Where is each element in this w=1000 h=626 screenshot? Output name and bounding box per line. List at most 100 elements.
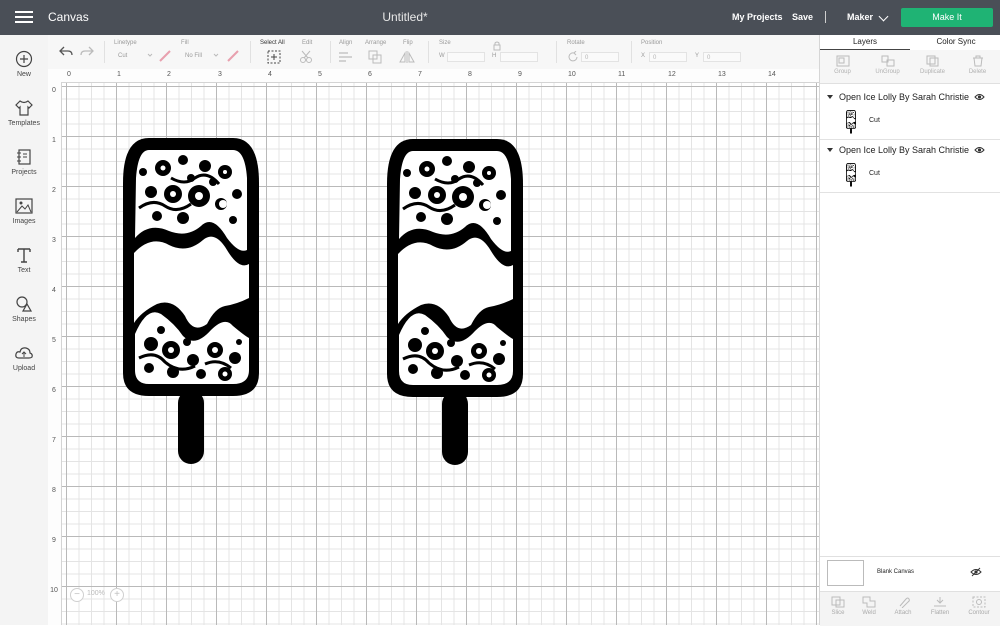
- height-label: H: [492, 53, 497, 59]
- redo-icon[interactable]: [80, 45, 94, 57]
- edit-label: Edit: [302, 40, 313, 46]
- ruler-top-label: 12: [668, 71, 676, 78]
- sidebar-label-projects: Projects: [11, 169, 37, 176]
- chevron-down-icon[interactable]: [878, 11, 889, 22]
- caret-down-icon[interactable]: [827, 95, 833, 99]
- layer-group[interactable]: Open Ice Lolly By Sarah Christie: [820, 143, 1000, 159]
- sidebar-item-new[interactable]: New: [0, 43, 48, 87]
- ice-lolly-design-left[interactable]: [121, 138, 261, 468]
- height-input[interactable]: [500, 52, 538, 62]
- ruler-left-label: 8: [52, 487, 56, 494]
- arrange-icon[interactable]: [368, 50, 384, 64]
- caret-down-icon[interactable]: [827, 148, 833, 152]
- toolbar-divider: [631, 41, 632, 63]
- plus-circle-icon: [15, 50, 33, 68]
- delete-button[interactable]: Delete: [955, 50, 1000, 75]
- toolbar-divider: [330, 41, 331, 63]
- sidebar-item-images[interactable]: Images: [0, 190, 48, 234]
- layer-thumbnail: [845, 110, 857, 134]
- ungroup-button[interactable]: UnGroup: [865, 50, 910, 75]
- attach-button[interactable]: Attach: [885, 592, 921, 616]
- layer-item[interactable]: Cut: [820, 108, 1000, 136]
- eye-icon[interactable]: [974, 146, 985, 154]
- slice-label: Slice: [831, 610, 845, 616]
- group-button[interactable]: Group: [820, 50, 865, 75]
- layer-group-name: Open Ice Lolly By Sarah Christie: [839, 92, 970, 102]
- rotate-icon: [568, 51, 578, 62]
- save-link[interactable]: Save: [792, 12, 813, 22]
- ruler-left-label: 6: [52, 387, 56, 394]
- x-label: X: [641, 53, 646, 59]
- linetype-label: Linetype: [114, 40, 137, 46]
- align-icon[interactable]: [338, 51, 354, 63]
- contour-button[interactable]: Contour: [961, 592, 997, 616]
- layer-group[interactable]: Open Ice Lolly By Sarah Christie: [820, 90, 1000, 106]
- ruler-top-label: 5: [318, 71, 322, 78]
- canvas-color-swatch[interactable]: [827, 560, 864, 586]
- flip-icon[interactable]: [399, 50, 417, 64]
- x-position-input[interactable]: 0: [649, 52, 687, 62]
- sidebar-item-projects[interactable]: Projects: [0, 141, 48, 185]
- sidebar-item-shapes[interactable]: Shapes: [0, 288, 48, 332]
- panel-tabs: Layers Color Sync: [820, 35, 1000, 51]
- my-projects-link[interactable]: My Projects: [732, 12, 783, 22]
- rotate-input[interactable]: 0: [581, 52, 619, 62]
- sidebar-label-images: Images: [12, 218, 36, 225]
- contour-icon: [972, 596, 986, 608]
- hamburger-menu-icon[interactable]: [15, 10, 33, 24]
- fill-select[interactable]: No Fill: [185, 53, 202, 59]
- left-sidebar: New Templates Projects Images Text Shape…: [0, 35, 49, 625]
- lock-icon[interactable]: [493, 41, 501, 51]
- arrange-label: Arrange: [365, 40, 387, 46]
- ruler-left-label: 4: [52, 287, 56, 294]
- trash-icon: [972, 55, 983, 67]
- ungroup-icon: [881, 55, 894, 67]
- zoom-out-button[interactable]: −: [70, 588, 84, 602]
- top-header: Canvas Untitled* My Projects Save Maker …: [0, 0, 1000, 35]
- select-all-icon[interactable]: [267, 50, 281, 64]
- scissors-icon[interactable]: [299, 50, 315, 64]
- tab-color-sync[interactable]: Color Sync: [911, 35, 1000, 49]
- ruler-top: 0 1 2 3 4 5 6 7 8 9 10 11 12 13 14: [48, 69, 819, 83]
- sidebar-label-templates: Templates: [8, 120, 40, 127]
- panel-divider: [820, 139, 1000, 140]
- toolbar-divider: [556, 41, 557, 63]
- rotate-label: Rotate: [567, 40, 585, 46]
- sidebar-item-templates[interactable]: Templates: [0, 92, 48, 136]
- machine-selector[interactable]: Maker: [847, 12, 873, 22]
- width-label: W: [439, 53, 445, 59]
- sidebar-item-upload[interactable]: Upload: [0, 337, 48, 381]
- select-all-label[interactable]: Select All: [260, 40, 285, 46]
- y-position-input[interactable]: 0: [703, 52, 741, 62]
- eye-icon[interactable]: [974, 93, 985, 101]
- fill-color-swatch-icon[interactable]: [226, 49, 240, 63]
- design-canvas[interactable]: [62, 83, 819, 625]
- ruler-top-label: 6: [368, 71, 372, 78]
- ruler-top-label: 10: [568, 71, 576, 78]
- ruler-top-label: 11: [618, 71, 626, 78]
- notebook-icon: [17, 149, 31, 165]
- eye-hidden-icon[interactable]: [970, 567, 982, 577]
- duplicate-button[interactable]: Duplicate: [910, 50, 955, 75]
- ice-lolly-design-right[interactable]: [385, 139, 525, 469]
- document-title[interactable]: Untitled*: [345, 10, 465, 24]
- ruler-left-label: 3: [52, 237, 56, 244]
- linetype-select[interactable]: Cut: [118, 53, 127, 59]
- linetype-color-swatch-icon[interactable]: [158, 49, 172, 63]
- width-input[interactable]: [447, 52, 485, 62]
- tab-layers[interactable]: Layers: [820, 35, 910, 51]
- weld-button[interactable]: Weld: [851, 592, 887, 616]
- layer-name: Cut: [869, 117, 880, 124]
- ruler-top-label: 1: [117, 71, 121, 78]
- flatten-button[interactable]: Flatten: [922, 592, 958, 616]
- sidebar-item-text[interactable]: Text: [0, 239, 48, 283]
- undo-icon[interactable]: [59, 45, 73, 57]
- weld-icon: [862, 596, 876, 608]
- zoom-in-button[interactable]: +: [110, 588, 124, 602]
- ruler-left-label: 5: [52, 337, 56, 344]
- flatten-label: Flatten: [930, 610, 950, 616]
- layer-item[interactable]: Cut: [820, 161, 1000, 189]
- ruler-top-label: 9: [518, 71, 522, 78]
- shirt-icon: [15, 100, 33, 116]
- make-it-button[interactable]: Make It: [901, 8, 993, 27]
